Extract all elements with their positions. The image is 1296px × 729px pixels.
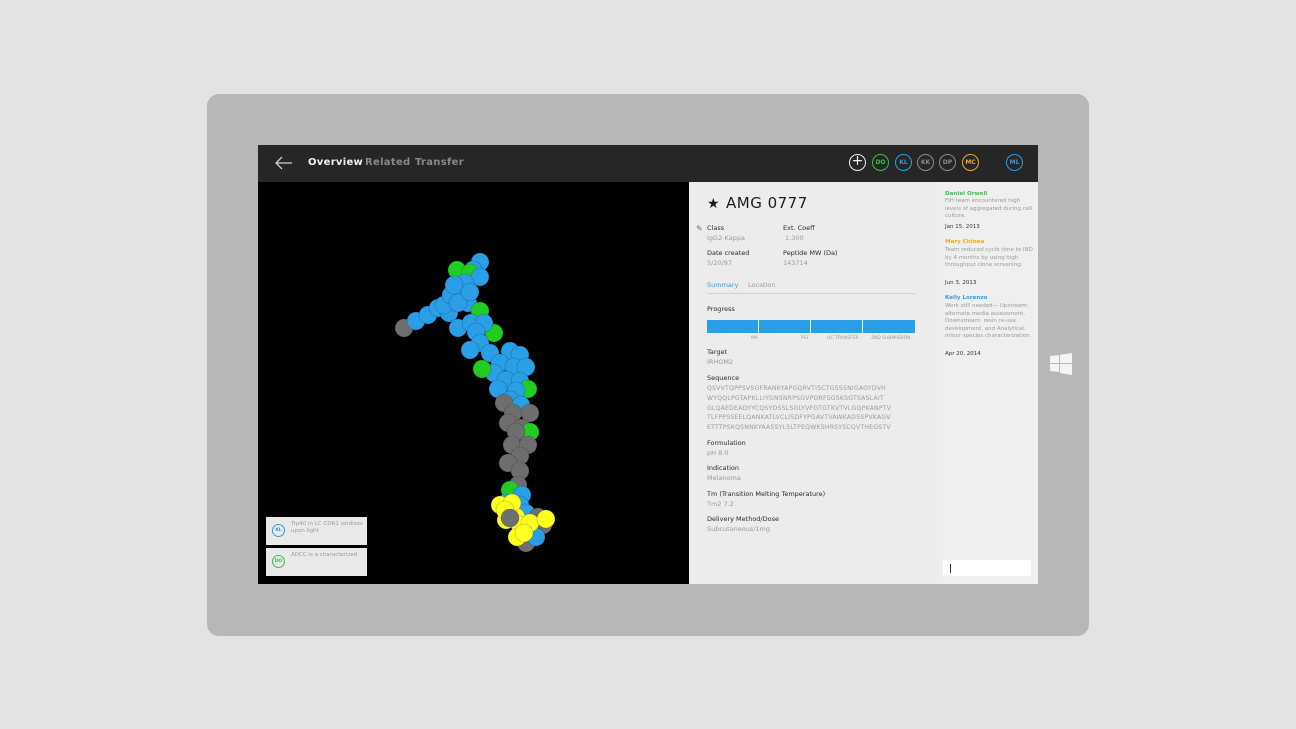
- formulation-value: pH 8.0: [707, 449, 729, 457]
- activity-date: Apr 20, 2014: [945, 351, 981, 357]
- atom: [472, 359, 492, 379]
- activity-author: Daniel Orwell: [945, 191, 988, 197]
- activity-text: Work still needed— Upstream: alternate m…: [945, 303, 1032, 340]
- class-value: IgG2-Kappa: [707, 234, 745, 242]
- ext-coeff-label: Ext. Coeff: [783, 224, 815, 232]
- molecule-viewer[interactable]: KL Trp40 in LC CDR1 oxidizes upon light …: [258, 182, 689, 584]
- progress-segment: [707, 320, 758, 333]
- tab-transfer[interactable]: Transfer: [415, 157, 464, 168]
- progress-segment: [863, 320, 915, 333]
- progress-segment: [811, 320, 862, 333]
- atom: [536, 509, 556, 529]
- delivery-value: Subcutaneous/1mg: [707, 525, 770, 533]
- activity-date: Jan 15, 2013: [945, 224, 980, 230]
- atom: [460, 282, 480, 302]
- top-navigation-bar: Overview Related Transfer + DO KL KK DP …: [258, 145, 1038, 182]
- delivery-label: Delivery Method/Dose: [707, 515, 779, 523]
- avatar-do[interactable]: DO: [872, 154, 889, 171]
- molecule-title: AMG 0777: [726, 194, 808, 212]
- subtab-divider: [707, 293, 915, 294]
- milestone-label: 2ND SUBMISSION: [871, 336, 911, 341]
- avatar-dp[interactable]: DP: [939, 154, 956, 171]
- windows-logo-icon[interactable]: [1050, 353, 1072, 375]
- target-label: Target: [707, 348, 728, 356]
- tab-related[interactable]: Related: [365, 157, 410, 168]
- class-label: Class: [707, 224, 725, 232]
- tm-label: Tm (Transition Melting Temperature): [707, 490, 826, 498]
- activity-date: Jun 3, 2013: [945, 280, 977, 286]
- arrow-left-icon[interactable]: [274, 155, 294, 171]
- star-icon[interactable]: ★: [707, 196, 720, 212]
- annotation-text: Trp40 in LC CDR1 oxidizes upon light: [291, 521, 363, 534]
- annotation-card[interactable]: KL Trp40 in LC CDR1 oxidizes upon light: [266, 517, 367, 545]
- annotation-card[interactable]: DO ADCC is a characterized: [266, 548, 367, 576]
- target-value: IRHOM2: [707, 358, 734, 366]
- activity-text: FIH team encountered high levels of aggr…: [945, 198, 1033, 220]
- pencil-icon[interactable]: ✎: [696, 224, 703, 233]
- current-user-avatar[interactable]: ML: [1006, 154, 1023, 171]
- text-caret: [950, 564, 951, 573]
- activity-feed: Daniel Orwell FIH team encountered high …: [937, 182, 1038, 584]
- tm-value: Tm2 7.2: [707, 500, 734, 508]
- sequence-line: QSVVTQPPSVSGFRANKYAPGQRVTISCTGSSSNIGAGYD…: [707, 385, 886, 392]
- atom: [444, 275, 464, 295]
- sequence-label: Sequence: [707, 374, 740, 382]
- ext-coeff-value: 1.300: [785, 234, 804, 242]
- indication-label: Indication: [707, 464, 739, 472]
- details-panel: ★ AMG 0777 ✎ Class IgG2-Kappa Ext. Coeff…: [689, 182, 937, 584]
- progress-segment: [759, 320, 810, 333]
- date-created-label: Date created: [707, 249, 750, 257]
- milestone-label: MA: [751, 336, 758, 341]
- app-screen: Overview Related Transfer + DO KL KK DP …: [258, 145, 1038, 584]
- atom: [514, 523, 534, 543]
- comment-input[interactable]: [943, 560, 1031, 576]
- atom: [500, 508, 520, 528]
- sequence-line: TLFPPSSEELQANKATLVCLISDFYPGAVTVAWKADSSPV…: [707, 414, 891, 421]
- tab-summary[interactable]: Summary: [707, 281, 738, 289]
- activity-author: Mary Chinea: [945, 239, 985, 245]
- formulation-label: Formulation: [707, 439, 746, 447]
- plus-icon: +: [851, 153, 864, 169]
- indication-value: Melanoma: [707, 474, 741, 482]
- sequence-line: WYQQLPGTAPKLLIYGNSNRPSGVPDRFSGSKSGTSASLA…: [707, 395, 884, 402]
- tab-location[interactable]: Location: [748, 281, 776, 289]
- progress-label: Progress: [707, 305, 735, 313]
- milestone-label: QC TRANSFER: [827, 336, 859, 341]
- avatar-kk[interactable]: KK: [917, 154, 934, 171]
- atom: [460, 340, 480, 360]
- milestone-label: PSF: [801, 336, 810, 341]
- activity-text: Team reduced cycle time to IND by 4 mont…: [945, 247, 1033, 269]
- activity-author: Kelly Lorenzo: [945, 295, 988, 301]
- annotation-author-badge: KL: [272, 524, 285, 537]
- add-collaborator-button[interactable]: +: [849, 154, 866, 171]
- peptide-mw-value: 143714: [783, 259, 808, 267]
- annotation-text: ADCC is a characterized: [291, 552, 358, 558]
- avatar-kl[interactable]: KL: [895, 154, 912, 171]
- annotation-author-badge: DO: [272, 555, 285, 568]
- avatar-mc[interactable]: MC: [962, 154, 979, 171]
- peptide-mw-label: Peptide MW (Da): [783, 249, 838, 257]
- date-created-value: 5/20/97: [707, 259, 733, 267]
- sequence-line: ETTTPSKQSNNKYAASSYLSLTPEQWKSHRSYSCQVTHEG…: [707, 424, 891, 431]
- sequence-line: GLQAEDEADYYCQSYDSSLSGLYVFGTGTKVTVLGQPKAN…: [707, 405, 892, 412]
- tab-overview[interactable]: Overview: [308, 157, 363, 168]
